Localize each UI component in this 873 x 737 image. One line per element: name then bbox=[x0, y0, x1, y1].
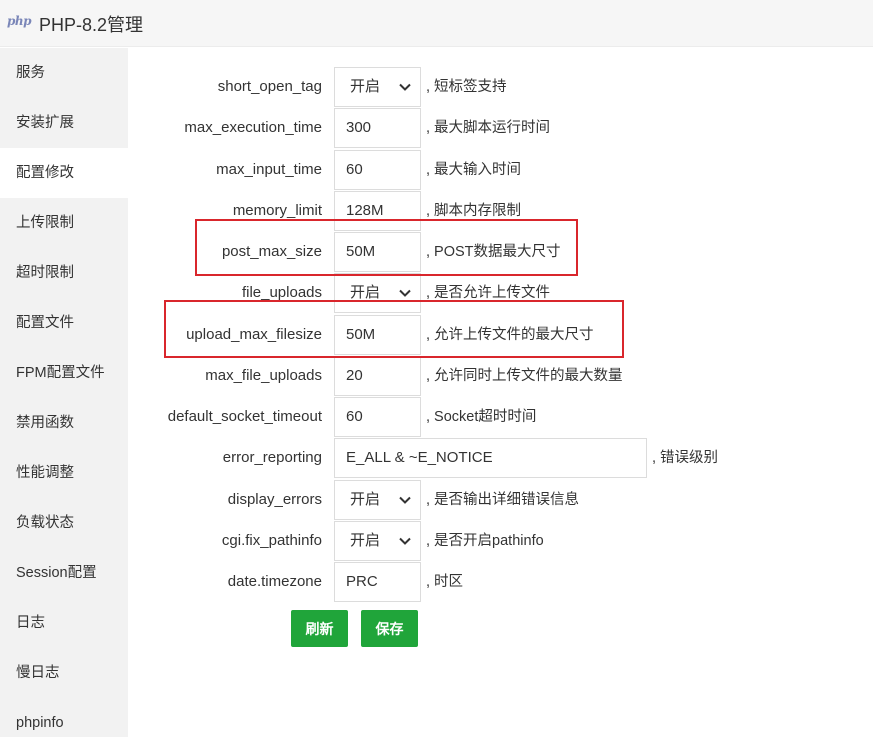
sidebar-item-timeout-limit[interactable]: 超时限制 bbox=[0, 248, 128, 298]
max-input-time-input[interactable]: 60 bbox=[334, 150, 421, 190]
max-execution-time-input[interactable]: 300 bbox=[334, 108, 421, 148]
field-description: , 最大输入时间 bbox=[426, 162, 522, 178]
sidebar-item-fpm-config-file[interactable]: FPM配置文件 bbox=[0, 348, 128, 398]
field-description: , 最大脚本运行时间 bbox=[426, 120, 551, 136]
max-file-uploads-input[interactable]: 20 bbox=[334, 356, 421, 396]
memory-limit-input[interactable]: 128M bbox=[334, 191, 421, 231]
select-value: 开启 bbox=[350, 284, 381, 301]
date-timezone-input[interactable]: PRC bbox=[334, 562, 421, 602]
field-description: , 短标签支持 bbox=[426, 79, 507, 95]
field-label: default_socket_timeout bbox=[167, 408, 322, 425]
file-uploads-select[interactable]: 开启 bbox=[334, 273, 421, 313]
cgi-fix-pathinfo-select[interactable]: 开启 bbox=[334, 521, 421, 561]
sidebar-item-log[interactable]: 日志 bbox=[0, 598, 128, 648]
sidebar-item-install-extension[interactable]: 安装扩展 bbox=[0, 98, 128, 148]
select-value: 开启 bbox=[350, 491, 381, 508]
field-description: , POST数据最大尺寸 bbox=[426, 244, 561, 260]
sidebar-item-disabled-functions[interactable]: 禁用函数 bbox=[0, 398, 128, 448]
error-reporting-input[interactable]: E_ALL & ~E_NOTICE bbox=[334, 438, 647, 478]
field-description: , 错误级别 bbox=[652, 450, 719, 466]
field-description: , 时区 bbox=[426, 574, 464, 590]
field-label: date.timezone bbox=[227, 573, 322, 590]
sidebar-item-load-status[interactable]: 负载状态 bbox=[0, 498, 128, 548]
field-description: , 是否输出详细错误信息 bbox=[426, 492, 580, 508]
sidebar-item-slow-log[interactable]: 慢日志 bbox=[0, 648, 128, 698]
field-description: , 允许同时上传文件的最大数量 bbox=[426, 368, 623, 384]
sidebar-item-phpinfo[interactable]: phpinfo bbox=[0, 698, 128, 737]
field-label: memory_limit bbox=[232, 202, 322, 219]
save-button[interactable]: 保存 bbox=[361, 610, 418, 647]
field-description: , 是否允许上传文件 bbox=[426, 285, 551, 301]
default-socket-timeout-input[interactable]: 60 bbox=[334, 397, 421, 437]
post-max-size-input[interactable]: 50M bbox=[334, 232, 421, 272]
title-bar: php PHP-8.2管理 bbox=[0, 0, 873, 47]
field-description: , 是否开启pathinfo bbox=[426, 533, 544, 549]
field-label: short_open_tag bbox=[217, 78, 322, 95]
field-label: upload_max_filesize bbox=[186, 326, 322, 343]
sidebar-item-config-edit[interactable]: 配置修改 bbox=[0, 148, 128, 198]
chevron-down-icon bbox=[399, 496, 411, 504]
field-label: max_execution_time bbox=[184, 119, 322, 136]
field-description: , 脚本内存限制 bbox=[426, 203, 522, 219]
field-label: max_file_uploads bbox=[205, 367, 322, 384]
display-errors-select[interactable]: 开启 bbox=[334, 480, 421, 520]
sidebar-item-performance-tuning[interactable]: 性能调整 bbox=[0, 448, 128, 498]
field-label: cgi.fix_pathinfo bbox=[221, 532, 322, 549]
field-label: post_max_size bbox=[221, 243, 322, 260]
short-open-tag-select[interactable]: 开启 bbox=[334, 67, 421, 107]
window-title: PHP-8.2管理 bbox=[39, 15, 144, 35]
sidebar-item-service[interactable]: 服务 bbox=[0, 48, 128, 98]
field-label: max_input_time bbox=[216, 161, 322, 178]
field-label: file_uploads bbox=[241, 284, 322, 301]
refresh-button[interactable]: 刷新 bbox=[291, 610, 348, 647]
sidebar-item-upload-limit[interactable]: 上传限制 bbox=[0, 198, 128, 248]
field-description: , Socket超时时间 bbox=[426, 409, 537, 425]
upload-max-filesize-input[interactable]: 50M bbox=[334, 315, 421, 355]
sidebar-item-session-config[interactable]: Session配置 bbox=[0, 548, 128, 598]
chevron-down-icon bbox=[399, 83, 411, 91]
sidebar: 服务 安装扩展 配置修改 上传限制 超时限制 配置文件 FPM配置文件 禁用函数… bbox=[0, 48, 128, 737]
php-logo-icon: php bbox=[7, 14, 32, 28]
chevron-down-icon bbox=[399, 537, 411, 545]
select-value: 开启 bbox=[350, 532, 381, 549]
php-manager-window: php PHP-8.2管理 服务 安装扩展 配置修改 上传限制 超时限制 配置文… bbox=[0, 0, 873, 737]
field-label: display_errors bbox=[227, 491, 322, 508]
field-label: error_reporting bbox=[222, 449, 322, 466]
chevron-down-icon bbox=[399, 289, 411, 297]
sidebar-item-config-file[interactable]: 配置文件 bbox=[0, 298, 128, 348]
select-value: 开启 bbox=[350, 78, 381, 95]
field-description: , 允许上传文件的最大尺寸 bbox=[426, 327, 594, 343]
